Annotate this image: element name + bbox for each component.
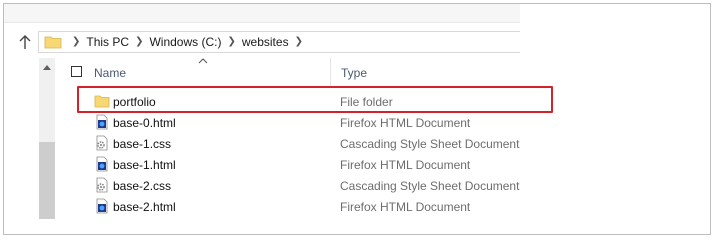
file-type: Cascading Style Sheet Document bbox=[340, 137, 520, 151]
file-name: base-2.html bbox=[113, 200, 176, 214]
select-all-checkbox[interactable] bbox=[71, 66, 82, 77]
up-arrow-icon[interactable] bbox=[18, 34, 32, 50]
chevron-right-icon[interactable]: ❯ bbox=[295, 37, 303, 47]
css-file-icon bbox=[96, 135, 108, 151]
css-file-icon bbox=[96, 177, 108, 193]
file-row[interactable]: base-1.html Firefox HTML Document bbox=[60, 154, 520, 175]
html-file-icon bbox=[96, 198, 108, 214]
file-name: base-1.html bbox=[113, 158, 176, 172]
highlight-box bbox=[77, 86, 553, 113]
vertical-scrollbar[interactable] bbox=[39, 58, 55, 219]
file-type: Cascading Style Sheet Document bbox=[340, 179, 520, 193]
html-file-icon bbox=[96, 156, 108, 172]
breadcrumb-websites[interactable]: websites bbox=[242, 35, 289, 49]
file-row[interactable]: base-1.css Cascading Style Sheet Documen… bbox=[60, 133, 520, 154]
file-type: Firefox HTML Document bbox=[340, 200, 471, 214]
file-type: Firefox HTML Document bbox=[340, 158, 471, 172]
column-divider[interactable] bbox=[330, 58, 331, 86]
chevron-right-icon[interactable]: ❯ bbox=[135, 37, 143, 47]
file-type: Firefox HTML Document bbox=[340, 116, 471, 130]
scroll-up-arrow-icon[interactable] bbox=[39, 58, 55, 76]
file-name: base-1.css bbox=[113, 137, 172, 151]
ribbon-strip bbox=[4, 4, 520, 23]
file-row[interactable]: base-0.html Firefox HTML Document bbox=[60, 112, 520, 133]
sort-ascending-icon bbox=[198, 58, 208, 64]
column-type[interactable]: Type bbox=[341, 66, 367, 80]
file-name: base-0.html bbox=[113, 116, 176, 130]
file-row[interactable]: base-2.css Cascading Style Sheet Documen… bbox=[60, 175, 520, 196]
html-file-icon bbox=[96, 114, 108, 130]
file-row[interactable]: base-2.html Firefox HTML Document bbox=[60, 196, 520, 217]
column-name[interactable]: Name bbox=[94, 66, 126, 80]
address-bar[interactable]: ❯ This PC ❯ Windows (C:) ❯ websites ❯ bbox=[38, 31, 520, 53]
scrollbar-thumb[interactable] bbox=[39, 142, 55, 219]
breadcrumb-this-pc[interactable]: This PC bbox=[86, 35, 129, 49]
chevron-right-icon[interactable]: ❯ bbox=[227, 37, 235, 47]
column-header: Name Type bbox=[60, 58, 520, 86]
chevron-right-icon[interactable]: ❯ bbox=[72, 37, 80, 47]
breadcrumb-windows-c[interactable]: Windows (C:) bbox=[149, 35, 221, 49]
file-name: base-2.css bbox=[113, 179, 172, 193]
folder-icon bbox=[44, 36, 62, 49]
